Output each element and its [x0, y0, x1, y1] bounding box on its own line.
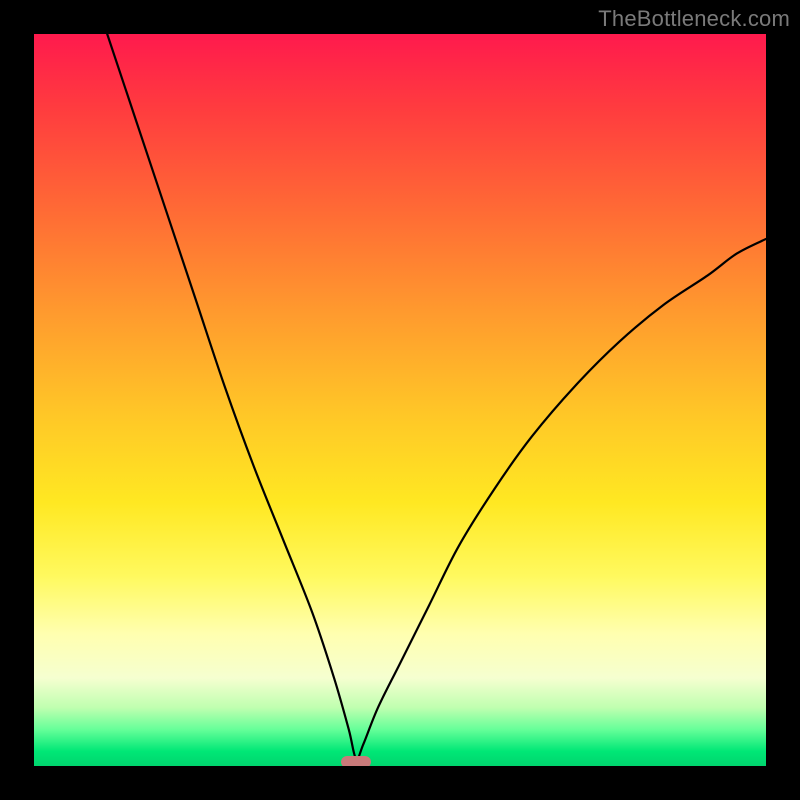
plot-area	[34, 34, 766, 766]
bottleneck-curve	[107, 34, 766, 759]
chart-frame: TheBottleneck.com	[0, 0, 800, 800]
curve-svg	[34, 34, 766, 766]
optimal-point-marker	[341, 756, 371, 766]
watermark-text: TheBottleneck.com	[598, 6, 790, 32]
